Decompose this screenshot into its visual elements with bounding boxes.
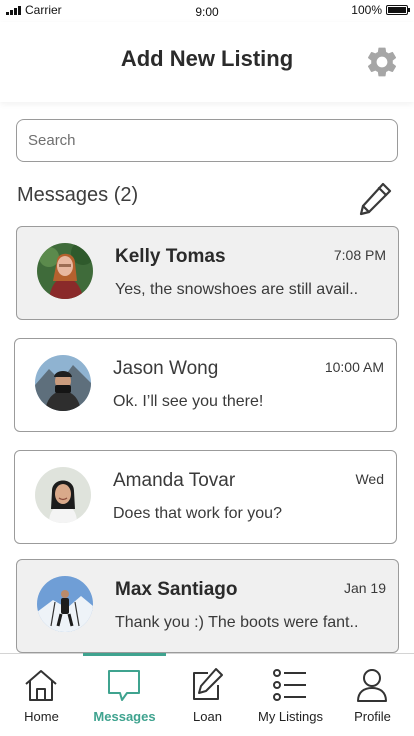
search-input[interactable]	[16, 119, 398, 162]
page-title: Add New Listing	[120, 46, 294, 71]
battery-info: 100%	[351, 3, 410, 17]
tab-profile[interactable]: Profile	[331, 654, 414, 736]
gear-icon[interactable]	[364, 44, 400, 80]
message-time: 7:08 PM	[333, 247, 386, 263]
contact-name: Jason Wong	[113, 358, 219, 379]
tab-label: Profile	[354, 709, 391, 724]
battery-icon	[386, 5, 410, 15]
tab-messages[interactable]: Messages	[83, 653, 166, 736]
home-icon	[25, 670, 57, 701]
status-bar: Carrier 9:00 100%	[0, 0, 414, 22]
message-preview: Does that work for you?	[113, 505, 282, 522]
list-icon	[273, 669, 306, 701]
tab-my-listings[interactable]: My Listings	[249, 654, 332, 736]
edit-icon	[193, 668, 223, 700]
avatar	[37, 576, 93, 632]
chat-icon	[108, 670, 140, 701]
message-time: Wed	[355, 471, 384, 487]
message-card-amanda-tovar[interactable]: Amanda Tovar Wed Does that work for you?	[14, 450, 397, 544]
messages-title: Messages (2)	[17, 184, 139, 206]
message-time: 10:00 AM	[324, 359, 384, 375]
message-card-kelly-tomas[interactable]: Kelly Tomas 7:08 PM Yes, the snowshoes a…	[16, 226, 399, 320]
message-preview: Ok. I’ll see you there!	[113, 393, 264, 410]
tab-bar: Home Messages Loan My Listings Profile	[0, 653, 414, 736]
tab-loan[interactable]: Loan	[166, 654, 249, 736]
message-time: Jan 19	[343, 580, 386, 596]
battery-percent: 100%	[351, 3, 382, 17]
message-card-jason-wong[interactable]: Jason Wong 10:00 AM Ok. I’ll see you the…	[14, 338, 397, 432]
message-preview: Thank you :) The boots were fant..	[115, 614, 359, 631]
avatar	[37, 243, 93, 299]
message-card-max-santiago[interactable]: Max Santiago Jan 19 Thank you :) The boo…	[16, 559, 399, 653]
contact-name: Amanda Tovar	[113, 470, 236, 491]
pencil-icon[interactable]	[356, 178, 396, 218]
contact-name: Max Santiago	[115, 579, 238, 600]
contact-name: Kelly Tomas	[115, 246, 226, 267]
user-icon	[357, 669, 387, 702]
avatar	[35, 467, 91, 523]
tab-home[interactable]: Home	[0, 654, 83, 736]
app-header: Add New Listing	[0, 22, 414, 102]
avatar	[35, 355, 91, 411]
message-preview: Yes, the snowshoes are still avail..	[115, 281, 359, 298]
